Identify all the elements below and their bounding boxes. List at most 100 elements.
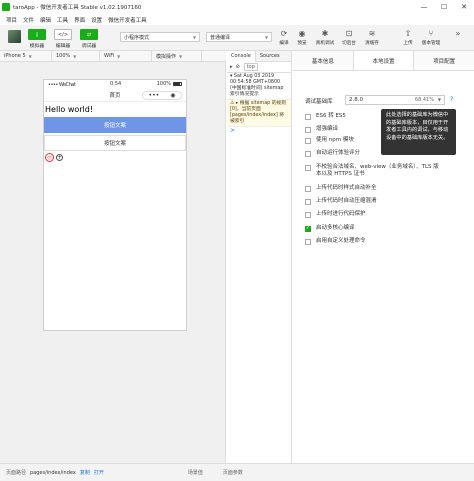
checkbox[interactable] <box>305 150 311 157</box>
clock-icon: ◷ <box>45 153 54 162</box>
tab-project-config[interactable]: 项目配置 <box>414 51 474 70</box>
chevron-down-icon: ▼ <box>437 97 441 102</box>
menu-project[interactable]: 项目 <box>6 16 17 24</box>
context-select[interactable]: top <box>243 63 258 71</box>
simulator-button[interactable]: ▯ 模拟器 <box>24 29 50 49</box>
option-npm[interactable]: 使用 npm 模块 <box>305 137 440 144</box>
sidebar-toggle-icon[interactable]: ▸ <box>230 64 233 70</box>
menu-interface[interactable]: 界面 <box>74 16 85 24</box>
device-select[interactable]: iPhone 5 ▼ <box>0 50 52 62</box>
compile-select[interactable]: 普通编译 ▼ <box>206 32 272 42</box>
base-lib-select[interactable]: 2.8.0 68.41% ▼ <box>345 95 445 105</box>
checkbox-checked[interactable]: ✓ <box>305 225 311 232</box>
menu-settings[interactable]: 设置 <box>91 16 102 24</box>
menu-bar: 项目 文件 编辑 工具 界面 设置 微信开发者工具 <box>0 14 474 25</box>
tab-sources[interactable]: Sources <box>256 51 284 62</box>
debugger-button[interactable]: ⇄ 调试器 <box>76 29 102 49</box>
toolbar: ▯ 模拟器 </> 编辑器 ⇄ 调试器 小程序模式 ▼ 普通编译 ▼ ⟳ 编译 … <box>0 25 474 51</box>
option-style-autoprefix[interactable]: 上传代码时样式自动补全 <box>305 185 440 192</box>
device-value: iPhone 5 <box>4 53 26 59</box>
default-button[interactable]: 按钮文案 <box>44 135 186 151</box>
operation-value: 模拟操作 <box>156 53 177 60</box>
editor-label: 编辑器 <box>55 44 71 49</box>
preview-button[interactable]: ◉ 预览 <box>291 29 313 46</box>
checkbox[interactable] <box>305 126 311 133</box>
option-skip-domain-check[interactable]: 不校验合法域名、web-view（业务域名）、TLS 版本以及 HTTPS 证书 <box>305 164 440 178</box>
network-select[interactable]: WiFi ▼ <box>100 50 152 62</box>
zoom-value: 100% <box>56 53 71 59</box>
menu-file[interactable]: 文件 <box>23 16 34 24</box>
mode-select[interactable]: 小程序模式 ▼ <box>120 32 200 42</box>
devtools-tabs: Console Sources <box>227 50 291 62</box>
menu-devtools[interactable]: 微信开发者工具 <box>108 16 147 24</box>
close-button[interactable]: ✕ <box>454 0 474 14</box>
clear-cache-button[interactable]: ≋ 清缓存 <box>361 29 383 46</box>
phone-screen: •••• WeChat 0:54 100% 首页 ••• ◉ Hello wor… <box>43 79 187 331</box>
params-label[interactable]: 页面参数 <box>223 469 243 476</box>
details-panel: 基本信息 本地设置 项目配置 调试基础库 2.8.0 68.41% ▼ ? 此处… <box>293 51 474 463</box>
plus-circle-icon: + <box>56 153 63 161</box>
open-link[interactable]: 打开 <box>94 469 104 476</box>
copy-link[interactable]: 复制 <box>80 469 90 476</box>
upload-button[interactable]: ⇧ 上传 <box>397 29 419 46</box>
option-minify[interactable]: 上传代码时自动压缩混淆 <box>305 198 440 205</box>
checkbox[interactable] <box>305 137 311 144</box>
compile-select-value: 普通编译 <box>210 34 231 41</box>
minimize-button[interactable]: — <box>414 0 434 14</box>
checkbox[interactable] <box>305 238 311 245</box>
status-bar-footer: 页面路径 pages/index/index 复制 打开 场景值 页面参数 <box>0 463 474 481</box>
more-button[interactable]: » <box>447 29 469 38</box>
simulator-label: 模拟器 <box>29 44 45 49</box>
chevron-down-icon: ▼ <box>179 53 183 59</box>
target-icon[interactable]: ◉ <box>170 92 175 99</box>
checkbox[interactable] <box>305 185 311 192</box>
tab-basic-info[interactable]: 基本信息 <box>293 51 353 70</box>
tab-local-settings[interactable]: 本地设置 <box>352 51 415 70</box>
primary-button[interactable]: 按钮文案 <box>44 117 186 133</box>
operation-select[interactable]: 模拟操作 ▼ <box>152 50 202 62</box>
menu-edit[interactable]: 编辑 <box>40 16 51 24</box>
path-label: 页面路径 <box>6 470 27 476</box>
base-lib-percent: 68.41% <box>414 97 434 103</box>
menu-tools[interactable]: 工具 <box>57 16 68 24</box>
carrier: •••• WeChat <box>48 81 76 88</box>
help-icon[interactable]: ? <box>450 96 453 103</box>
window-controls: — ☐ ✕ <box>414 0 474 14</box>
refresh-icon: ⟳ <box>280 29 288 38</box>
option-label: 启用自定义处理命令 <box>316 238 366 244</box>
scene-label[interactable]: 场景值 <box>188 469 203 476</box>
option-enhanced-compile[interactable]: 增强编译 <box>305 126 440 133</box>
tab-console[interactable]: Console <box>227 50 256 62</box>
clear-console-icon[interactable]: ⊘ <box>236 64 240 70</box>
checkbox[interactable] <box>305 211 311 218</box>
console-warning: ⚠ ▸ 根据 sitemap 的规则[0]，当前页面 [pages/index/… <box>227 100 291 127</box>
checkbox[interactable] <box>305 198 311 205</box>
zoom-select[interactable]: 100% ▼ <box>52 50 100 62</box>
code-icon: </> <box>54 29 72 40</box>
layers-icon: ≋ <box>368 29 376 38</box>
version-button[interactable]: ⑂ 版本管理 <box>420 29 442 46</box>
option-custom-command[interactable]: 启用自定义处理命令 <box>305 238 440 245</box>
cut-backend-button[interactable]: ⊡ 切后台 <box>338 29 360 46</box>
devtools-panel: Console Sources ▸ ⊘ top ▾ Sat Aug 03 201… <box>227 50 292 463</box>
option-multi-core[interactable]: ✓ 启动多核心编译 <box>305 225 440 232</box>
more-dots-icon[interactable]: ••• <box>149 92 160 99</box>
base-lib-label: 调试基础库 <box>305 99 333 105</box>
checkbox[interactable] <box>305 164 311 171</box>
console-log: ▾ Sat Aug 03 2019 00:54:58 GMT+0800 (中国标… <box>227 73 291 100</box>
chevron-down-icon: ▼ <box>117 53 121 59</box>
window-title: taroApp - 微信开发者工具 Stable v1.02.1907160 <box>13 5 142 11</box>
option-es6[interactable]: ES6 转 ES5 <box>305 113 440 120</box>
checkbox[interactable] <box>305 113 311 120</box>
remote-debug-button[interactable]: ✱ 真机调试 <box>314 29 336 46</box>
eye-icon: ◉ <box>298 29 306 38</box>
console-prompt[interactable]: > <box>227 127 291 134</box>
upload-icon: ⇧ <box>404 29 412 38</box>
avatar[interactable] <box>8 30 21 43</box>
option-label: 上传时进行代码保护 <box>316 211 366 217</box>
option-code-protect[interactable]: 上传时进行代码保护 <box>305 211 440 218</box>
editor-button[interactable]: </> 编辑器 <box>50 29 76 49</box>
chevron-down-icon: ▼ <box>264 35 268 40</box>
option-auto-audit[interactable]: 自动运行体验评分 <box>305 150 440 157</box>
maximize-button[interactable]: ☐ <box>434 0 454 14</box>
